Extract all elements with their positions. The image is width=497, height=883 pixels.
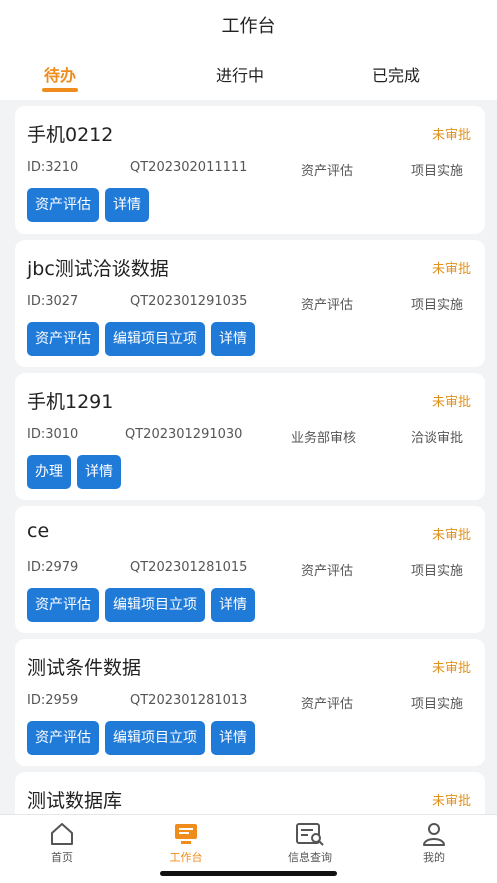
tab-in-progress[interactable]: 进行中 (180, 62, 300, 86)
home-icon (0, 821, 124, 847)
card-code: QT202301291035 (130, 294, 248, 309)
status-badge: 未审批 (431, 262, 471, 277)
task-card[interactable]: jbc测试洽谈数据 未审批 ID:3027 QT202301291035 资产评… (15, 240, 485, 367)
card-actions: 资产评估 编辑项目立项 详情 (27, 588, 261, 622)
card-stage: 资产评估 (301, 697, 354, 712)
card-title: 手机1291 (27, 391, 114, 413)
nav-home[interactable]: 首页 (0, 821, 124, 865)
edit-project-button[interactable]: 编辑项目立项 (105, 588, 205, 622)
nav-info-search[interactable]: 信息查询 (248, 821, 372, 865)
card-stage: 资产评估 (301, 564, 354, 579)
nav-workbench-label: 工作台 (169, 851, 203, 864)
handle-button[interactable]: 办理 (27, 455, 71, 489)
card-phase: 项目实施 (411, 164, 464, 179)
tab-todo[interactable]: 待办 (0, 62, 120, 86)
tab-bar: 待办 进行中 已完成 (0, 62, 497, 98)
task-card[interactable]: 手机0212 未审批 ID:3210 QT202302011111 资产评估 项… (15, 106, 485, 234)
card-id: ID:2979 (27, 560, 79, 575)
status-badge: 未审批 (431, 528, 471, 543)
card-phase: 项目实施 (411, 697, 464, 712)
home-indicator (160, 871, 337, 876)
status-badge: 未审批 (431, 128, 471, 143)
asset-evaluation-button[interactable]: 资产评估 (27, 322, 99, 356)
details-button[interactable]: 详情 (211, 588, 255, 622)
card-stage: 业务部审核 (291, 431, 357, 446)
card-actions: 办理 详情 (27, 455, 127, 489)
nav-home-label: 首页 (51, 851, 73, 864)
details-button[interactable]: 详情 (77, 455, 121, 489)
card-code: QT202301281015 (130, 560, 248, 575)
status-badge: 未审批 (431, 661, 471, 676)
task-card[interactable]: 手机1291 未审批 ID:3010 QT202301291030 业务部审核 … (15, 373, 485, 500)
asset-evaluation-button[interactable]: 资产评估 (27, 588, 99, 622)
details-button[interactable]: 详情 (105, 188, 149, 222)
nav-workbench[interactable]: 工作台 (124, 821, 248, 865)
status-badge: 未审批 (431, 794, 471, 809)
details-button[interactable]: 详情 (211, 322, 255, 356)
card-phase: 项目实施 (411, 564, 464, 579)
card-title: ce (27, 520, 50, 542)
page-title: 工作台 (221, 16, 276, 37)
card-stage: 资产评估 (301, 298, 354, 313)
details-button[interactable]: 详情 (211, 721, 255, 755)
card-actions: 资产评估 编辑项目立项 详情 (27, 721, 261, 755)
card-phase: 洽谈审批 (411, 431, 464, 446)
card-title: 测试条件数据 (27, 657, 142, 679)
user-icon (372, 821, 496, 847)
card-id: ID:2959 (27, 693, 79, 708)
card-id: ID:3210 (27, 160, 79, 175)
tab-active-indicator (42, 88, 78, 92)
card-code: QT202301281013 (130, 693, 248, 708)
card-code: QT202301291030 (125, 427, 243, 442)
card-actions: 资产评估 编辑项目立项 详情 (27, 322, 261, 356)
workbench-icon (124, 821, 248, 847)
card-phase: 项目实施 (411, 298, 464, 313)
nav-mine[interactable]: 我的 (372, 821, 496, 865)
asset-evaluation-button[interactable]: 资产评估 (27, 721, 99, 755)
task-card[interactable]: ce 未审批 ID:2979 QT202301281015 资产评估 项目实施 … (15, 506, 485, 633)
card-title: 手机0212 (27, 124, 114, 146)
card-actions: 资产评估 详情 (27, 188, 155, 222)
card-title: 测试数据库 (27, 790, 123, 812)
tab-completed[interactable]: 已完成 (336, 62, 456, 86)
info-search-icon (248, 821, 372, 847)
card-title: jbc测试洽谈数据 (27, 258, 169, 280)
status-badge: 未审批 (431, 395, 471, 410)
asset-evaluation-button[interactable]: 资产评估 (27, 188, 99, 222)
nav-mine-label: 我的 (423, 851, 445, 864)
nav-info-search-label: 信息查询 (288, 851, 332, 864)
task-card[interactable]: 测试数据库 未审批 (15, 772, 485, 814)
card-id: ID:3010 (27, 427, 79, 442)
task-list[interactable]: 手机0212 未审批 ID:3210 QT202302011111 资产评估 项… (0, 100, 497, 814)
card-id: ID:3027 (27, 294, 79, 309)
edit-project-button[interactable]: 编辑项目立项 (105, 322, 205, 356)
edit-project-button[interactable]: 编辑项目立项 (105, 721, 205, 755)
card-code: QT202302011111 (130, 160, 248, 175)
card-stage: 资产评估 (301, 164, 354, 179)
task-card[interactable]: 测试条件数据 未审批 ID:2959 QT202301281013 资产评估 项… (15, 639, 485, 766)
top-bar: 工作台 待办 进行中 已完成 (0, 0, 497, 100)
